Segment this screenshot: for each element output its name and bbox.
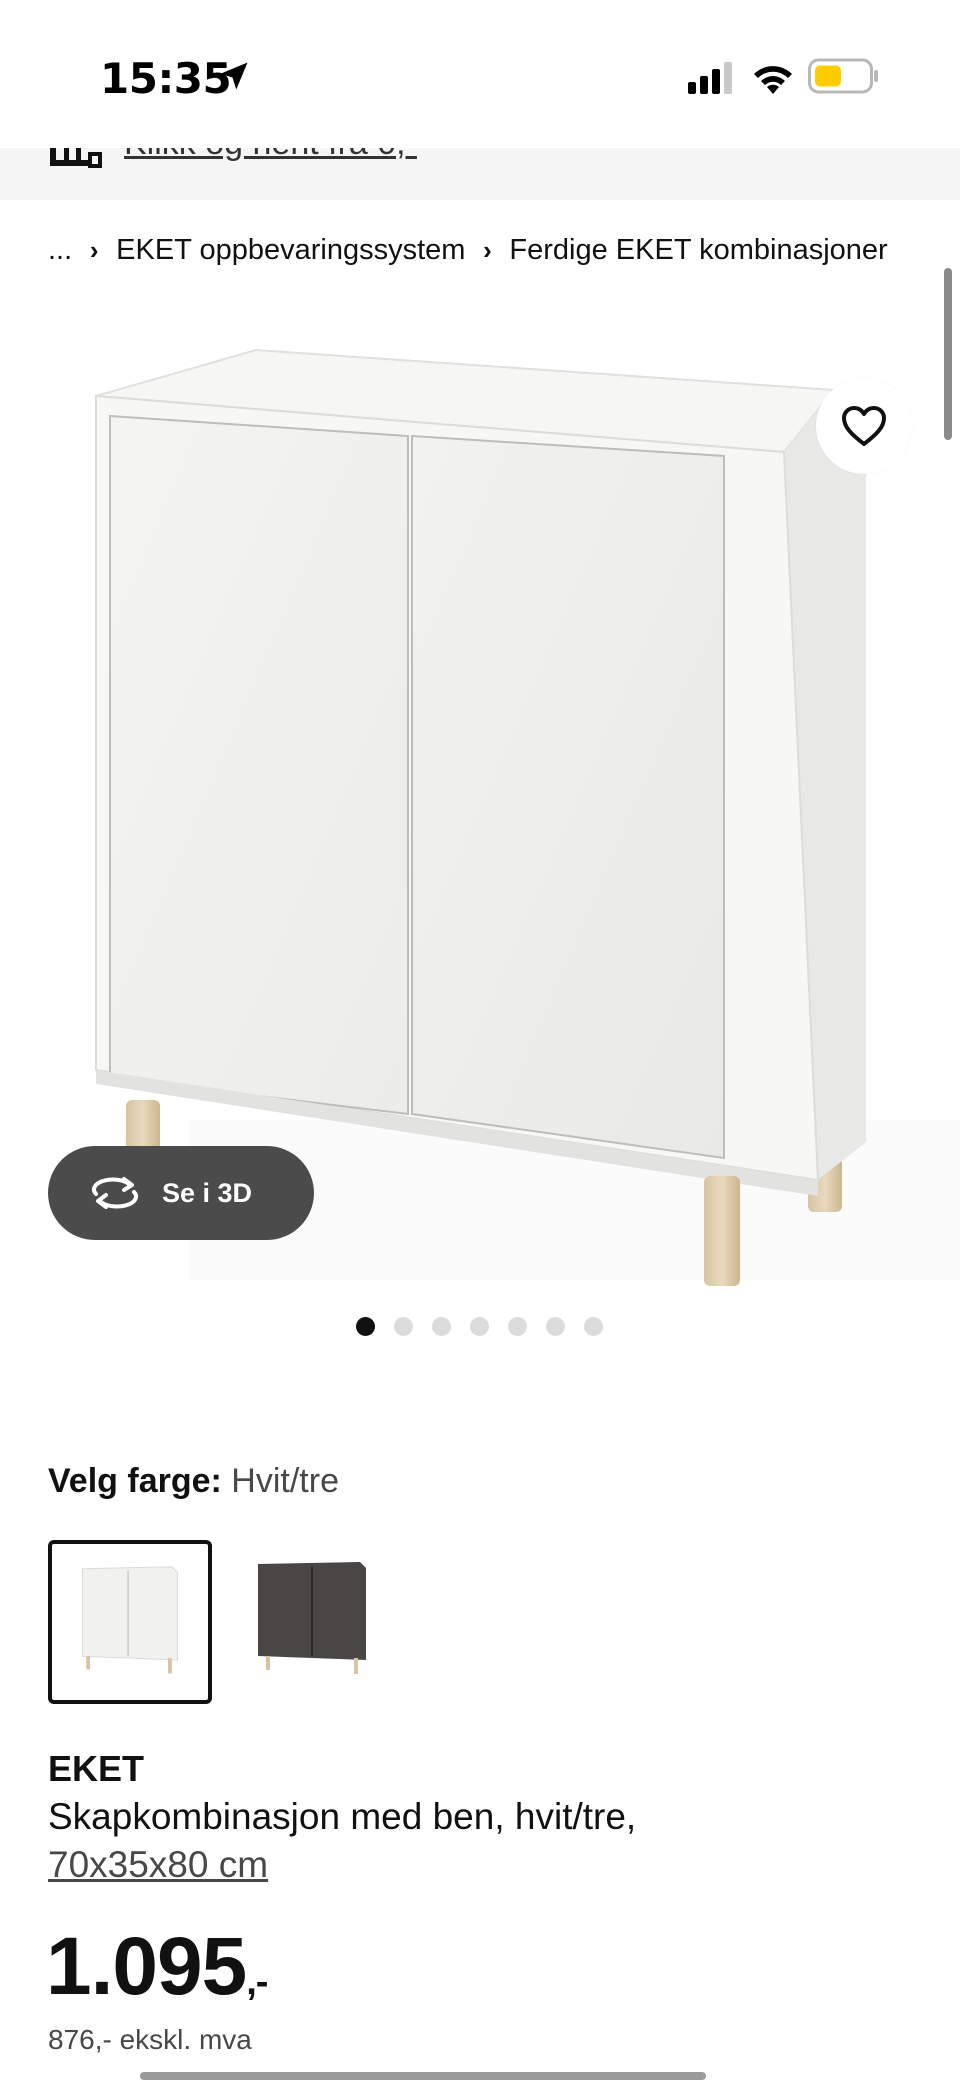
product-name: EKET <box>48 1748 145 1789</box>
carousel-dot-7[interactable] <box>584 1317 603 1336</box>
price-suffix: ,- <box>246 1961 268 2003</box>
home-indicator[interactable] <box>140 2072 706 2080</box>
swatch-dark-cabinet-image <box>258 1562 366 1674</box>
color-swatch-dark-grey[interactable] <box>236 1540 400 1704</box>
status-bar: 15:35 <box>0 0 960 148</box>
product-price: 1.095,- <box>46 1920 268 2014</box>
battery-icon <box>808 58 878 94</box>
breadcrumb-item-eket-system[interactable]: EKET oppbevaringssystem <box>116 234 465 267</box>
rotate-3d-icon <box>92 1177 138 1209</box>
store-pickup-link[interactable]: Klikk og hent fra 0,- <box>124 148 417 163</box>
breadcrumb-item-eket-combinations[interactable]: Ferdige EKET kombinasjoner <box>509 234 887 267</box>
price-amount: 1.095 <box>46 1921 247 2012</box>
store-icon <box>50 148 102 168</box>
breadcrumb: ... › EKET oppbevaringssystem › Ferdige … <box>48 230 888 270</box>
color-swatch-white-wood[interactable] <box>48 1540 212 1704</box>
view-in-3d-button[interactable]: Se i 3D <box>48 1146 314 1240</box>
carousel-dot-6[interactable] <box>546 1317 565 1336</box>
wifi-icon <box>754 66 792 94</box>
color-selector-heading: Velg farge: Hvit/tre <box>48 1462 339 1501</box>
breadcrumb-separator: › <box>483 234 492 265</box>
carousel-indicator <box>356 1317 603 1337</box>
view-in-3d-label: Se i 3D <box>162 1177 253 1208</box>
signal-icon <box>688 62 732 94</box>
carousel-dot-1[interactable] <box>356 1317 375 1336</box>
heart-icon <box>842 406 886 446</box>
breadcrumb-item-more[interactable]: ... <box>48 234 72 267</box>
color-label: Velg farge: <box>48 1462 222 1500</box>
swatch-white-cabinet-image <box>81 1566 179 1674</box>
product-description: Skapkombinasjon med ben, hvit/tre, <box>48 1796 637 1837</box>
breadcrumb-separator: › <box>89 234 99 265</box>
carousel-dot-5[interactable] <box>508 1317 527 1336</box>
carousel-dot-2[interactable] <box>394 1317 413 1336</box>
carousel-dot-4[interactable] <box>470 1317 489 1336</box>
status-time: 15:35 <box>100 54 232 103</box>
favorite-button[interactable] <box>816 378 912 474</box>
selected-color-value: Hvit/tre <box>231 1462 339 1500</box>
location-arrow-icon <box>220 62 248 90</box>
price-excluding-vat: 876,- ekskl. mva <box>48 2024 252 2055</box>
store-pickup-strip: Klikk og hent fra 0,- <box>0 148 960 200</box>
product-dimensions-link[interactable]: 70x35x80 cm <box>48 1844 268 1886</box>
carousel-dot-3[interactable] <box>432 1317 451 1336</box>
